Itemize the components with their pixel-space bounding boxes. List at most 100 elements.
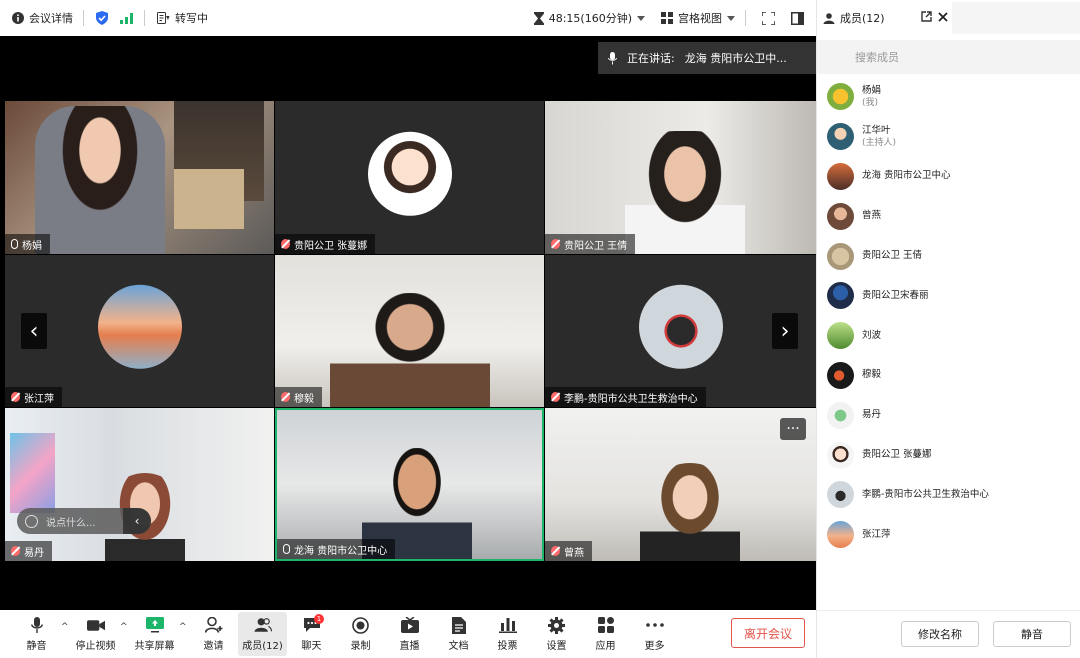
mute-button[interactable]: 静音 <box>12 612 61 656</box>
meeting-details-label: 会议详情 <box>29 12 73 25</box>
tile-name-tag: 杨娟 <box>5 234 50 254</box>
add-user-icon <box>204 616 223 634</box>
more-button[interactable]: 更多 <box>630 612 679 656</box>
docs-button[interactable]: 文档 <box>434 612 483 656</box>
mic-muted-icon <box>281 392 290 402</box>
next-page-button[interactable]: › <box>772 313 798 349</box>
record-label: 录制 <box>350 641 371 652</box>
meeting-timer[interactable]: 48:15(160分钟) <box>533 10 645 26</box>
apps-button[interactable]: 应用 <box>581 612 630 656</box>
rename-button[interactable]: 修改名称 <box>901 621 979 647</box>
smile-icon <box>25 514 38 528</box>
video-tile[interactable]: 穆毅 <box>275 255 544 407</box>
stop-video-label: 停止视频 <box>75 641 116 652</box>
mic-muted-icon <box>551 392 560 402</box>
tile-name-tag: 易丹 <box>5 541 52 561</box>
avatar <box>827 162 854 190</box>
invite-button[interactable]: 邀请 <box>189 612 238 656</box>
settings-label: 设置 <box>546 641 567 652</box>
camera-icon <box>86 616 105 634</box>
mic-muted-icon <box>281 239 290 249</box>
video-tile[interactable]: 贵阳公卫 张蔓娜 <box>275 101 544 254</box>
members-panel-footer: 修改名称 静音 <box>817 610 1080 658</box>
list-item[interactable]: 贵阳公卫 张蔓娜 <box>817 435 1080 475</box>
panel-actions <box>921 0 948 36</box>
transcribe-icon <box>157 12 170 24</box>
settings-button[interactable]: 设置 <box>532 612 581 656</box>
video-tile[interactable]: 说点什么... ‹ 易丹 <box>5 408 274 561</box>
meeting-details-button[interactable]: 会议详情 <box>12 10 73 26</box>
member-name: 贵阳公卫 张蔓娜 <box>862 449 932 461</box>
members-icon <box>823 12 835 24</box>
side-panel-toggle[interactable] <box>791 11 804 25</box>
transcribe-label: 转写中 <box>175 12 208 25</box>
apps-label: 应用 <box>595 641 616 652</box>
mic-muted-icon <box>11 392 20 402</box>
avatar <box>827 282 854 310</box>
grid-view-icon <box>661 12 673 24</box>
collapse-chat-button[interactable]: ‹ <box>123 508 151 534</box>
tile-name-tag: 穆毅 <box>275 387 322 407</box>
member-name: 贵阳公卫宋春丽 <box>862 289 929 301</box>
previous-page-button[interactable]: ‹ <box>21 313 47 349</box>
list-item[interactable]: 张江萍 <box>817 515 1080 555</box>
transcribe-status[interactable]: 转写中 <box>157 10 208 26</box>
list-item[interactable]: 穆毅 <box>817 356 1080 396</box>
share-screen-icon <box>145 616 164 634</box>
member-name: 贵阳公卫 王倩 <box>862 250 923 262</box>
stop-video-button[interactable]: 停止视频 <box>71 612 120 656</box>
microphone-icon <box>608 51 617 64</box>
signal-indicator[interactable] <box>120 12 134 24</box>
pop-out-button[interactable] <box>921 10 932 26</box>
leave-meeting-button[interactable]: 离开会议 <box>731 618 805 648</box>
video-tile[interactable]: ··· 曾燕 <box>545 408 816 561</box>
chevron-down-icon <box>637 15 645 21</box>
tile-more-button[interactable]: ··· <box>780 418 806 440</box>
member-name: 刘波 <box>862 329 882 341</box>
view-mode-dropdown[interactable]: 宫格视图 <box>661 10 735 26</box>
members-panel: 成员(12) 搜索成员 杨娟(我) 江华叶(主持人) 龙海 贵阳市公卫中心 <box>816 0 1080 658</box>
list-item[interactable]: 贵阳公卫宋春丽 <box>817 276 1080 316</box>
security-indicator[interactable] <box>96 11 108 25</box>
shield-check-icon <box>96 11 108 25</box>
list-item[interactable]: 曾燕 <box>817 196 1080 236</box>
member-text: 张江萍 <box>862 529 891 541</box>
video-tile[interactable]: 贵阳公卫 王倩 <box>545 101 816 254</box>
member-name: 张江萍 <box>862 528 891 540</box>
members-button[interactable]: 成员(12) <box>238 612 287 656</box>
list-item[interactable]: 龙海 贵阳市公卫中心 <box>817 157 1080 197</box>
chat-input[interactable]: 说点什么... ‹ <box>17 508 151 534</box>
video-tile-active-speaker[interactable]: 龙海 贵阳市公卫中心 <box>275 408 544 561</box>
fullscreen-button[interactable] <box>762 11 775 25</box>
share-screen-button[interactable]: 共享屏幕 <box>130 612 179 656</box>
list-item[interactable]: 贵阳公卫 王倩 <box>817 236 1080 276</box>
list-item[interactable]: 江华叶 (主持人) <box>817 117 1080 157</box>
video-tile[interactable]: 杨娟 <box>5 101 274 254</box>
vote-button[interactable]: 投票 <box>483 612 532 656</box>
list-item[interactable]: 杨娟 (我) <box>817 77 1080 117</box>
record-button[interactable]: 录制 <box>336 612 385 656</box>
tile-name: 龙海 贵阳市公卫中心 <box>294 545 388 557</box>
chat-button[interactable]: 1 聊天 <box>287 612 336 656</box>
member-text: 刘波 <box>862 330 881 342</box>
fullscreen-icon <box>762 11 775 25</box>
live-button[interactable]: 直播 <box>385 612 434 656</box>
chevron-down-icon <box>727 15 735 21</box>
member-name: 龙海 贵阳市公卫中心 <box>862 170 951 182</box>
tile-name: 曾燕 <box>564 547 584 559</box>
live-stream-icon <box>400 616 419 634</box>
mute-options-caret[interactable]: ^ <box>61 622 71 632</box>
member-search-input[interactable]: 搜索成员 <box>817 40 1080 74</box>
avatar <box>827 481 854 509</box>
share-options-caret[interactable]: ^ <box>179 622 189 632</box>
wall-art <box>10 433 55 513</box>
video-options-caret[interactable]: ^ <box>120 622 130 632</box>
close-panel-button[interactable] <box>938 11 948 26</box>
list-item[interactable]: 刘波 <box>817 316 1080 356</box>
list-item[interactable]: 易丹 <box>817 395 1080 435</box>
tile-name-tag: 张江萍 <box>5 387 62 407</box>
mute-all-button[interactable]: 静音 <box>993 621 1071 647</box>
meeting-window: 会议详情 转写中 48:15(160分钟) 宫格视图 正在讲话: 龙海 贵阳市公… <box>0 0 1080 658</box>
tile-name: 穆毅 <box>294 393 314 405</box>
list-item[interactable]: 李鹏-贵阳市公共卫生救治中心 <box>817 475 1080 515</box>
